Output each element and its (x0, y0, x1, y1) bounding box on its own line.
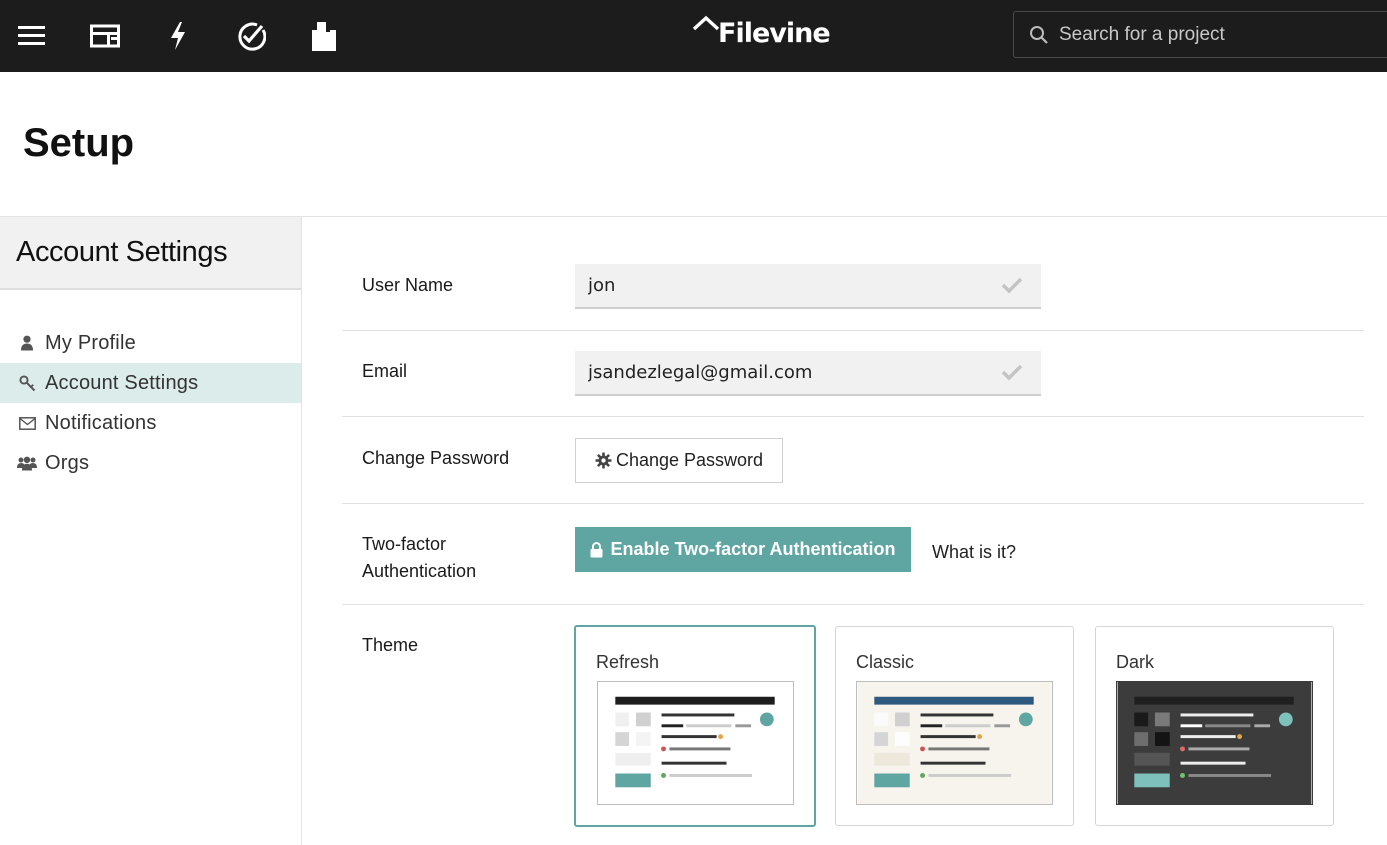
theme-option-dark[interactable]: Dark (1095, 626, 1334, 826)
theme-preview-dark (1116, 681, 1313, 805)
top-navigation-bar: Filevine (0, 0, 1387, 72)
settings-sidebar: Account Settings My Profile Account Sett… (0, 217, 302, 845)
theme-option-refresh[interactable]: Refresh (574, 625, 816, 827)
page-title: Setup (23, 121, 135, 165)
documents-icon[interactable] (305, 17, 343, 55)
sidebar-heading: Account Settings (16, 236, 228, 268)
sidebar-header: Account Settings (0, 217, 301, 290)
theme-name: Dark (1116, 652, 1155, 672)
lock-icon (590, 541, 603, 558)
what-is-it-link[interactable]: What is it? (932, 542, 1016, 563)
sidebar-item-my-profile[interactable]: My Profile (0, 323, 301, 363)
two-factor-label-line2: Authentication (362, 561, 477, 581)
sidebar-item-label: Notifications (45, 411, 157, 434)
row-divider (342, 330, 1364, 331)
dashboard-icon[interactable] (86, 17, 124, 55)
row-divider (342, 416, 1364, 417)
filevine-logo[interactable]: Filevine (692, 14, 831, 54)
theme-name: Classic (856, 652, 915, 672)
change-password-button[interactable]: Change Password (575, 438, 783, 483)
theme-preview-refresh (597, 681, 794, 805)
theme-name: Refresh (596, 652, 660, 672)
row-divider (342, 503, 1364, 504)
sidebar-item-label: My Profile (45, 331, 136, 354)
email-label: Email (362, 361, 408, 381)
users-icon (17, 456, 37, 471)
username-field[interactable] (575, 264, 1041, 309)
two-factor-label: Two-factor Authentication (362, 531, 476, 585)
email-input[interactable] (588, 362, 988, 383)
gear-icon (595, 452, 612, 469)
user-icon (17, 335, 37, 351)
logo-text: Filevine (718, 18, 831, 49)
username-label: User Name (362, 275, 454, 295)
two-factor-label-line1: Two-factor (362, 534, 447, 554)
activity-icon[interactable] (159, 17, 197, 55)
theme-option-classic[interactable]: Classic (835, 626, 1074, 826)
tasks-icon[interactable] (232, 17, 270, 55)
username-input[interactable] (588, 275, 988, 296)
key-icon (17, 374, 37, 392)
sidebar-item-orgs[interactable]: Orgs (0, 443, 301, 483)
search-input[interactable] (1059, 23, 1379, 46)
change-password-label: Change Password (362, 448, 510, 468)
enable-two-factor-button[interactable]: Enable Two-factor Authentication (575, 527, 911, 572)
search-icon (1029, 25, 1049, 45)
row-divider (342, 604, 1364, 605)
checkmark-icon (1001, 276, 1023, 299)
sidebar-item-label: Account Settings (45, 371, 199, 394)
envelope-icon (17, 416, 37, 430)
theme-label: Theme (362, 635, 419, 655)
menu-icon[interactable] (13, 17, 51, 55)
email-field[interactable] (575, 351, 1041, 396)
project-search[interactable] (1013, 11, 1387, 58)
change-password-button-label: Change Password (615, 450, 764, 470)
enable-two-factor-button-label: Enable Two-factor Authentication (610, 539, 896, 559)
sidebar-item-label: Orgs (45, 451, 90, 474)
theme-preview-classic (856, 681, 1053, 805)
sidebar-item-notifications[interactable]: Notifications (0, 403, 301, 443)
checkmark-icon (1001, 363, 1023, 386)
sidebar-item-account-settings[interactable]: Account Settings (0, 363, 301, 403)
